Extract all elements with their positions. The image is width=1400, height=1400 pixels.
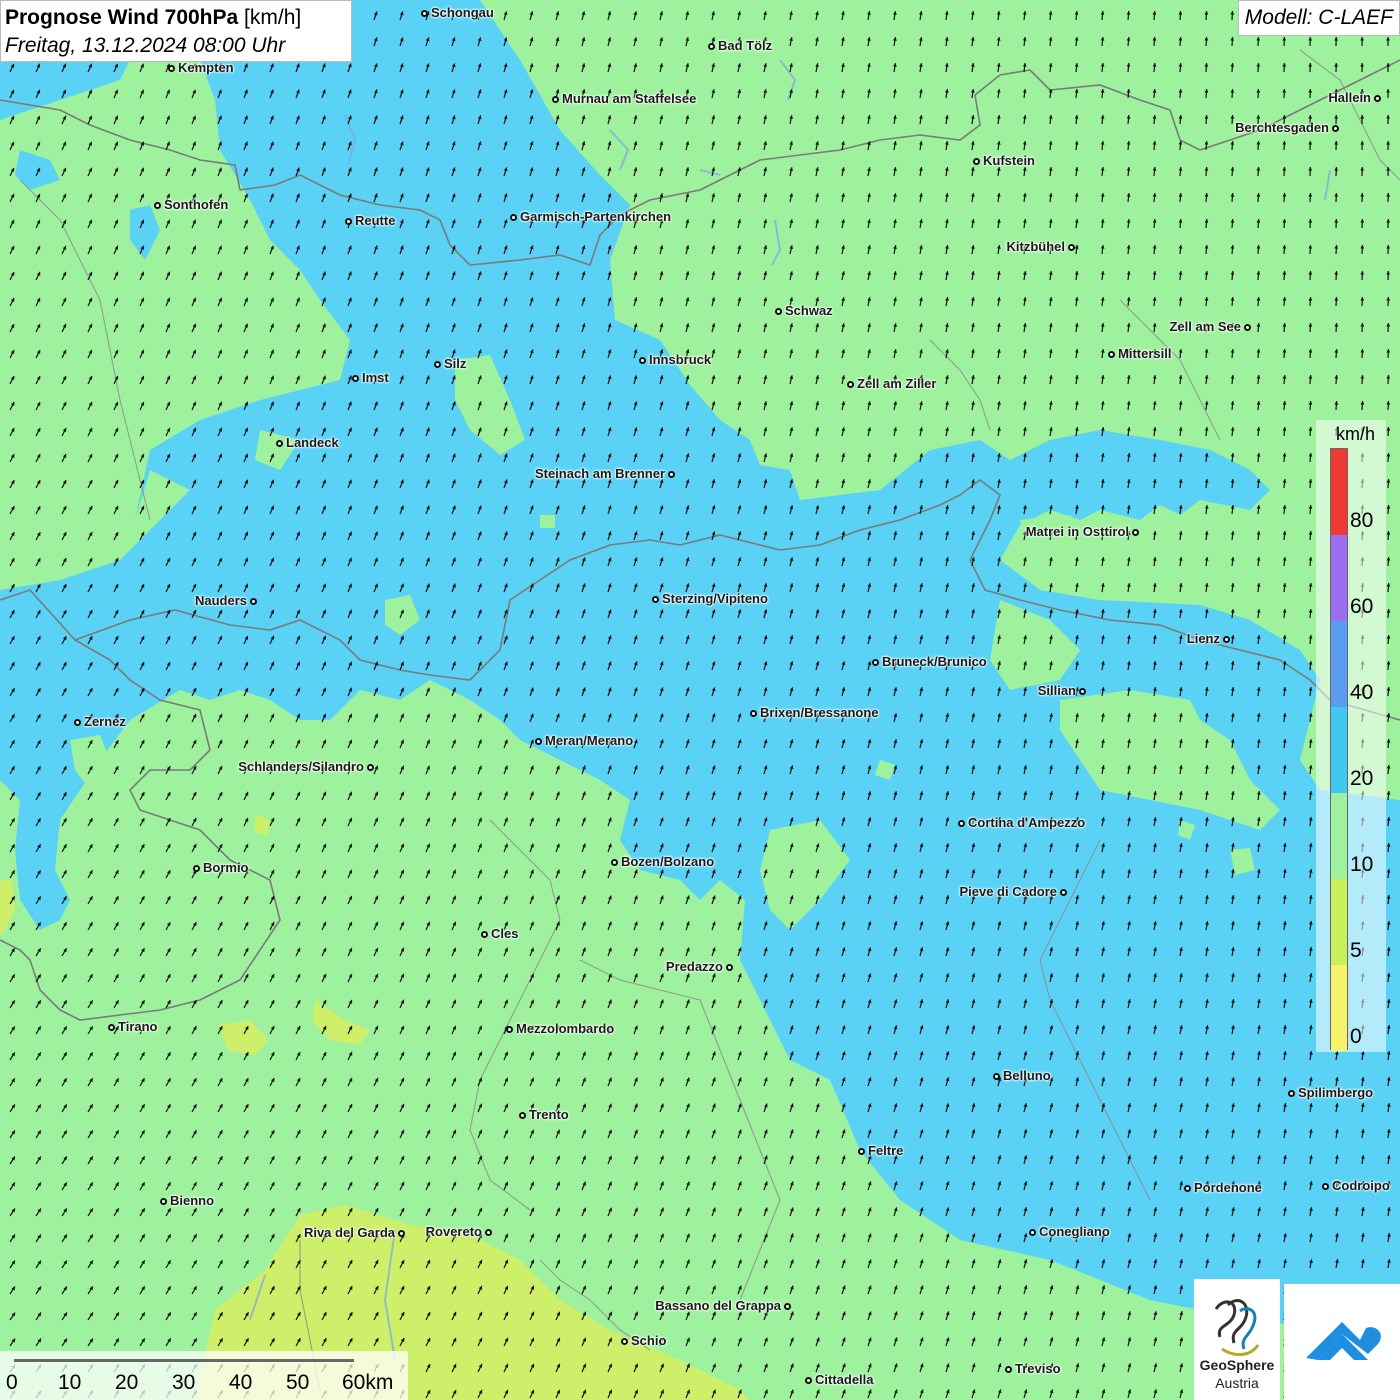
wind-map: Prognose Wind 700hPa [km/h] Freitag, 13.… [0,0,1400,1400]
